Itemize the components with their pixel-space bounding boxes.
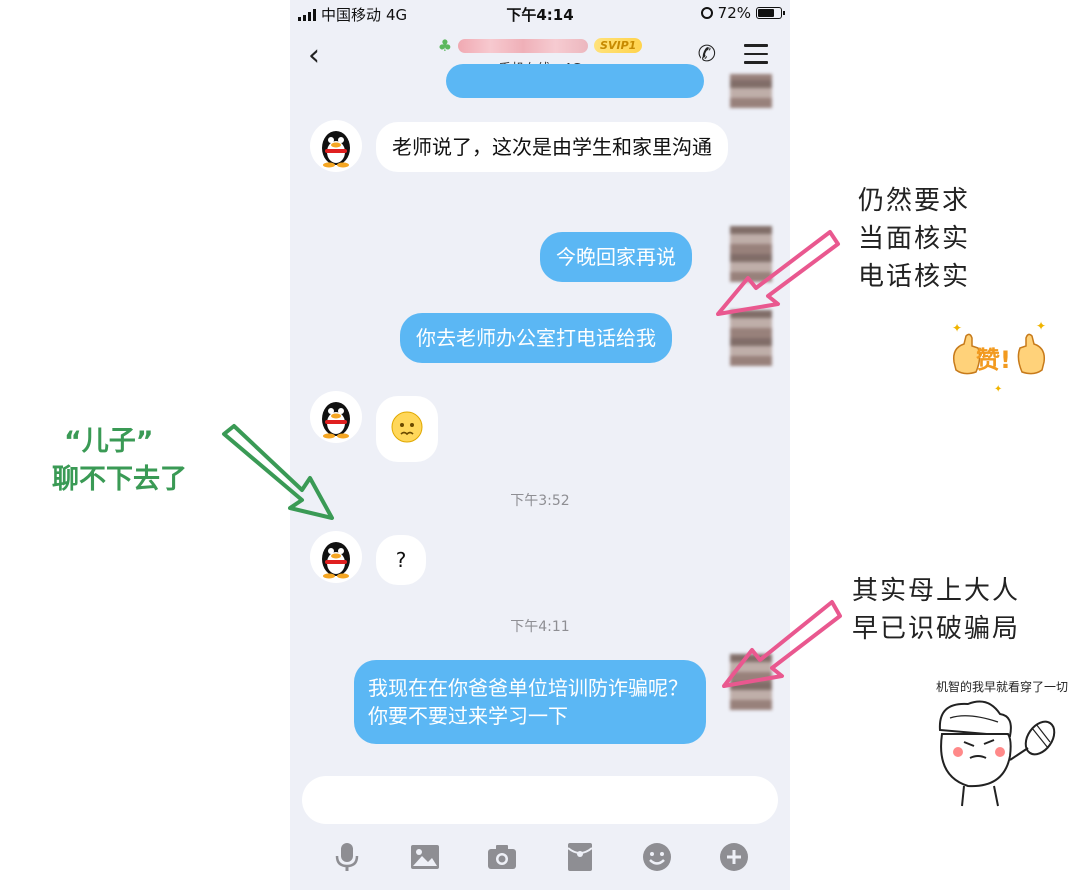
battery-percent: 72% (717, 4, 751, 22)
menu-icon[interactable] (744, 44, 768, 70)
clock: 下午4:14 (506, 6, 574, 24)
message-bubble-outgoing[interactable]: 你去老师办公室打电话给我 (400, 313, 672, 363)
status-bar: 中国移动 4G 下午4:14 72% (290, 0, 790, 28)
sprout-icon: ♣ (437, 36, 453, 55)
emoji-icon[interactable] (641, 841, 673, 873)
message-bubble-incoming[interactable] (376, 396, 438, 462)
phone-call-icon[interactable]: ✆ (698, 42, 716, 67)
message-bubble-incoming[interactable]: 老师说了，这次是由学生和家里沟通 (376, 122, 728, 172)
worried-face-icon (391, 411, 423, 443)
message-list[interactable]: 老师说了，这次是由学生和家里沟通 今晚回家再说 你去老师办公室打电话给我 下午3… (290, 64, 790, 770)
message-bubble-partial[interactable] (446, 64, 704, 98)
annotation-mother-saw-through: 其实母上大人 早已识破骗局 (852, 576, 1021, 644)
like-sticker-text: 赞! (976, 346, 1011, 374)
like-sticker: ✦ ✦ ✦ 赞! (944, 318, 1054, 395)
chat-screen: 中国移动 4G 下午4:14 72% ‹ ♣ SVIP1 手机在线 - 4G ✆ (290, 0, 790, 890)
qq-penguin-avatar[interactable] (310, 120, 362, 172)
timestamp: 下午4:11 (510, 619, 570, 635)
message-input[interactable] (302, 776, 778, 824)
image-icon[interactable] (409, 841, 441, 873)
red-packet-icon[interactable] (564, 841, 596, 873)
battery-icon (756, 7, 785, 19)
qq-penguin-avatar[interactable] (310, 531, 362, 583)
plus-icon[interactable] (718, 841, 750, 873)
microphone-icon[interactable] (331, 841, 363, 873)
pink-arrow-icon (716, 230, 840, 316)
annotation-verify-list: 仍然要求 当面核实 电话核实 (858, 186, 971, 292)
message-bubble-outgoing[interactable]: 我现在在你爸爸单位培训防诈骗呢？你要不要过来学习一下 (354, 660, 706, 744)
annotation-cannot-continue: 聊不下去了 (52, 464, 187, 495)
green-arrow-icon (222, 424, 334, 520)
pink-arrow-icon (722, 600, 842, 688)
svg-text:✦: ✦ (994, 384, 1002, 394)
timestamp: 下午3:52 (510, 493, 570, 509)
camera-icon[interactable] (486, 841, 518, 873)
annotation-son-quote: “儿子” (64, 426, 154, 457)
svg-text:✦: ✦ (952, 321, 962, 335)
contact-name-blurred (458, 38, 589, 53)
chef-doodle-icon (938, 700, 1056, 807)
input-toolbar (290, 835, 790, 879)
svip-badge: SVIP1 (594, 38, 643, 53)
alarm-icon (700, 7, 713, 19)
message-bubble-incoming[interactable]: ? (376, 535, 426, 585)
svg-text:✦: ✦ (1036, 319, 1046, 333)
doodle-caption: 机智的我早就看穿了一切 (936, 680, 1069, 694)
my-avatar[interactable] (730, 74, 772, 108)
message-bubble-outgoing[interactable]: 今晚回家再说 (540, 232, 692, 282)
